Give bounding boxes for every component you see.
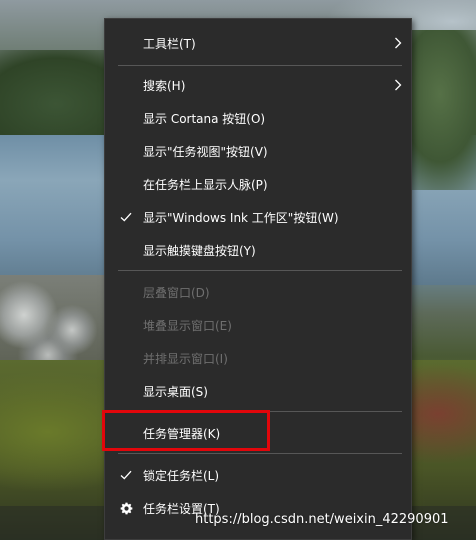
menu-item-toolbars[interactable]: 工具栏(T) xyxy=(105,28,411,58)
menu-item-show-windows-ink-button[interactable]: 显示"Windows Ink 工作区"按钮(W) xyxy=(105,202,411,232)
chevron-right-icon xyxy=(393,36,403,50)
menu-item-lock-taskbar[interactable]: 锁定任务栏(L) xyxy=(105,460,411,490)
menu-item-label: 显示桌面(S) xyxy=(143,384,208,399)
menu-item-label: 锁定任务栏(L) xyxy=(143,468,220,483)
menu-item-label: 显示 Cortana 按钮(O) xyxy=(143,111,266,126)
taskbar-context-menu: 工具栏(T) 搜索(H) 显示 Cortana 按钮(O) 显示"任务视图"按钮… xyxy=(104,18,412,540)
chevron-right-icon xyxy=(393,78,403,92)
gear-icon xyxy=(119,501,133,515)
menu-item-label: 并排显示窗口(I) xyxy=(143,351,228,366)
menu-separator xyxy=(118,453,402,454)
menu-separator xyxy=(118,65,402,66)
menu-item-label: 层叠窗口(D) xyxy=(143,285,210,300)
menu-item-label: 显示"Windows Ink 工作区"按钮(W) xyxy=(143,210,339,225)
menu-item-label: 工具栏(T) xyxy=(143,36,196,51)
menu-item-show-cortana-button[interactable]: 显示 Cortana 按钮(O) xyxy=(105,103,411,133)
menu-item-label: 显示"任务视图"按钮(V) xyxy=(143,144,268,159)
watermark: https://blog.csdn.net/weixin_42290901 xyxy=(195,512,449,527)
desktop-background: 工具栏(T) 搜索(H) 显示 Cortana 按钮(O) 显示"任务视图"按钮… xyxy=(0,0,476,540)
menu-item-label: 在任务栏上显示人脉(P) xyxy=(143,177,268,192)
menu-item-show-desktop[interactable]: 显示桌面(S) xyxy=(105,376,411,406)
menu-item-label: 显示触摸键盘按钮(Y) xyxy=(143,243,256,258)
menu-item-show-task-view-button[interactable]: 显示"任务视图"按钮(V) xyxy=(105,136,411,166)
checkmark-icon xyxy=(119,468,133,482)
menu-item-show-people[interactable]: 在任务栏上显示人脉(P) xyxy=(105,169,411,199)
checkmark-icon xyxy=(119,210,133,224)
menu-item-search[interactable]: 搜索(H) xyxy=(105,70,411,100)
menu-item-stack-windows: 堆叠显示窗口(E) xyxy=(105,310,411,340)
menu-item-label: 堆叠显示窗口(E) xyxy=(143,318,232,333)
menu-separator xyxy=(118,270,402,271)
menu-item-show-touch-keyboard-button[interactable]: 显示触摸键盘按钮(Y) xyxy=(105,235,411,265)
menu-item-label: 搜索(H) xyxy=(143,78,186,93)
highlight-box xyxy=(102,410,270,451)
menu-item-cascade-windows: 层叠窗口(D) xyxy=(105,277,411,307)
menu-item-side-by-side-windows: 并排显示窗口(I) xyxy=(105,343,411,373)
